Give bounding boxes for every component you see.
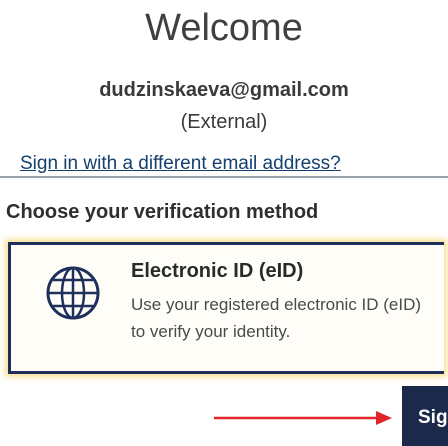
sign-in-button[interactable]: Sig (402, 386, 448, 446)
eid-method-description: Use your registered electronic ID (eID) … (131, 295, 422, 341)
eid-method-card[interactable]: Electronic ID (eID) Use your registered … (8, 242, 444, 374)
page-title: Welcome (145, 7, 303, 49)
eid-method-title: Electronic ID (eID) (131, 260, 304, 282)
verification-section-title: Choose your verification method (6, 201, 319, 223)
different-email-link[interactable]: Sign in with a different email address? (20, 152, 448, 176)
account-email: dudzinskaeva@gmail.com (99, 79, 349, 101)
divider (0, 176, 448, 178)
globe-icon (46, 266, 100, 320)
red-arrow-annotation (214, 411, 392, 425)
account-type-label: (External) (180, 111, 268, 133)
